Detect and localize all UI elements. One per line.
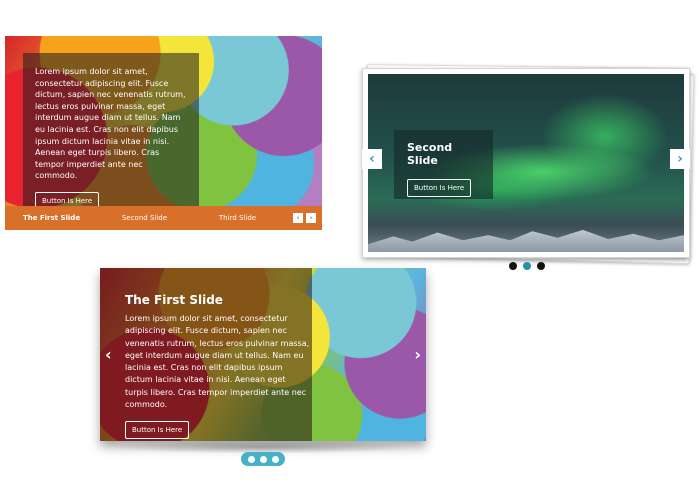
slide-action-button[interactable]: Button Is Here [125,421,190,440]
chevron-left-icon[interactable]: ‹ [105,345,112,364]
pagination-dot-active[interactable] [523,262,531,270]
tab-first-slide[interactable]: The First Slide [5,214,98,222]
slide-image-aurora: Second Slide Button Is Here [368,74,684,252]
pagination-dot[interactable] [271,455,279,463]
pagination-dot[interactable] [537,262,545,270]
tab-arrows: ‹ › [293,213,316,223]
pagination-dot[interactable] [247,455,255,463]
slide-caption-box: Second Slide Button Is Here [394,130,493,199]
slide-caption-text: Lorem ipsum dolor sit amet, consectetur … [125,314,310,410]
photo-frame: Second Slide Button Is Here ‹ › [362,68,690,258]
pagination-dot[interactable] [259,455,267,463]
slide-caption-title: Second Slide [407,141,453,167]
tab-second-slide[interactable]: Second Slide [98,214,191,222]
slider-showcase: Lorem ipsum dolor sit amet, consectetur … [0,0,700,500]
tabbed-slider: Lorem ipsum dolor sit amet, consectetur … [5,36,322,230]
tab-third-slide[interactable]: Third Slide [191,214,284,222]
slide-tab-bar: The First Slide Second Slide Third Slide… [5,206,322,230]
chevron-right-icon[interactable]: › [670,149,690,169]
slide-caption-box: The First Slide Lorem ipsum dolor sit am… [125,293,310,440]
slide-caption-box: Lorem ipsum dolor sit amet, consectetur … [23,53,199,225]
overlay-slider: The First Slide Lorem ipsum dolor sit am… [100,268,426,441]
stacked-photo-slider: Second Slide Button Is Here ‹ › [362,62,695,265]
mountain-silhouette [368,229,684,252]
pagination-dot[interactable] [509,262,517,270]
slide-caption-title: The First Slide [125,293,223,307]
pagination-dots-pill [241,452,285,466]
prev-arrow-icon[interactable]: ‹ [293,213,303,223]
slide-caption-text: Lorem ipsum dolor sit amet, consectetur … [35,67,186,181]
chevron-left-icon[interactable]: ‹ [362,149,382,169]
pagination-dots [509,262,545,270]
chevron-right-icon[interactable]: › [414,345,421,364]
slide-action-button[interactable]: Button Is Here [407,179,472,197]
next-arrow-icon[interactable]: › [306,213,316,223]
